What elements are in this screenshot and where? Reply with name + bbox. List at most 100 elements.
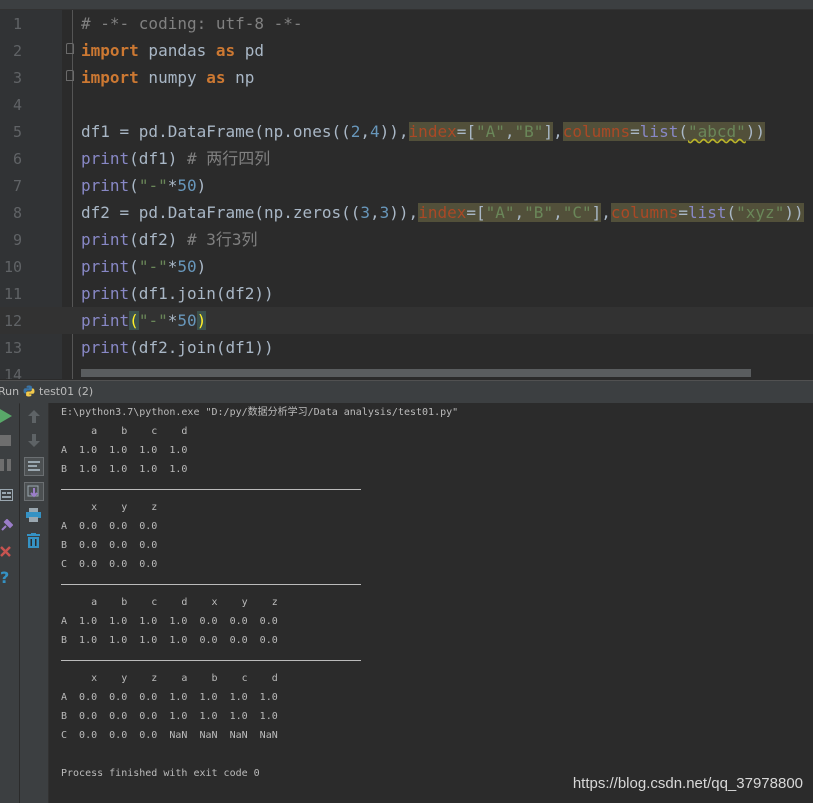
console-separator [61,489,361,490]
scroll-to-end-icon[interactable] [24,482,44,501]
code-token: "-" [138,176,168,195]
code-token: ( [726,203,737,222]
code-token: )) [784,203,804,222]
down-arrow-icon[interactable] [28,434,40,447]
code-token: * [167,257,178,276]
code-line[interactable]: 4 [0,91,813,118]
code-token: np [225,68,255,87]
code-token: "C" [562,203,592,222]
line-number: 6 [12,150,22,168]
close-icon[interactable] [0,546,11,557]
code-token: as [206,68,226,87]
code-editor[interactable]: 1 # -*- coding: utf-8 -*- 2 import pandas a… [0,10,813,379]
code-line[interactable]: 2 import pandas as pd [0,37,813,64]
print-icon[interactable] [26,508,41,522]
code-token: import [81,41,139,60]
code-token: print [81,284,130,303]
line-number: 11 [3,285,22,303]
code-token: 50 [177,311,197,330]
code-token: , [553,203,563,222]
line-number: 8 [12,204,22,222]
code-line[interactable]: 6 print(df1) # 两行四列 [0,145,813,172]
pin-icon[interactable] [0,519,13,532]
code-token: , [504,122,515,141]
code-text: df1 = pd.DataFrame(np.ones((2,4)),index=… [81,122,766,142]
fold-marker-icon[interactable] [66,70,74,81]
code-token: ( [678,122,688,141]
horizontal-scrollbar[interactable] [81,369,751,377]
soft-wrap-icon[interactable] [24,457,44,476]
trash-icon[interactable] [27,533,40,548]
code-line[interactable]: 11 print(df1.join(df2)) [0,280,813,307]
code-line[interactable]: 1 # -*- coding: utf-8 -*- [0,10,813,37]
code-token: (df2) [129,230,187,249]
code-token: ] [543,122,554,141]
console-line: A 0.0 0.0 0.0 [61,521,158,532]
console-line: B 1.0 1.0 1.0 1.0 0.0 0.0 0.0 [61,635,278,646]
code-text: print(df2) # 3行3列 [81,230,258,250]
line-number: 7 [12,177,22,195]
code-line[interactable]: 5 df1 = pd.DataFrame(np.ones((2,4)),index… [0,118,813,145]
code-token: ) [196,176,207,195]
svg-text:?: ? [0,569,9,585]
code-token: print [81,338,130,357]
code-line[interactable]: 13 print(df2.join(df1)) [0,334,813,361]
code-token: ) [196,257,207,276]
fold-marker-icon[interactable] [66,43,74,54]
run-icon[interactable] [0,409,12,423]
code-token: =[ [456,122,476,141]
line-number: 9 [12,231,22,249]
line-number: 2 [12,42,22,60]
console-line: B 0.0 0.0 0.0 [61,540,158,551]
console-line: x y z [61,502,158,513]
code-token: , [370,203,380,222]
line-number: 5 [12,123,22,141]
code-token: print [81,149,130,168]
code-line[interactable]: 3 import numpy as np [0,64,813,91]
code-token: df1 = pd.DataFrame(np.ones(( [81,122,351,141]
run-tab-test01[interactable]: test01 (2) [39,385,93,398]
watermark: https://blog.csdn.net/qq_37978800 [572,775,803,792]
code-token: "-" [138,311,168,330]
code-token: pandas [138,41,216,60]
pause-icon[interactable] [0,459,11,471]
code-token: , [553,122,563,141]
code-token: (df2.join(df1)) [129,338,274,357]
code-token: print [81,230,130,249]
code-token: # 两行四列 [186,149,271,168]
console-line: A 1.0 1.0 1.0 1.0 0.0 0.0 0.0 [61,616,278,627]
code-token: ( [129,311,139,330]
code-token: 50 [177,176,197,195]
code-text: print("-"*50) [81,257,206,277]
code-line[interactable]: 8 df2 = pd.DataFrame(np.zeros((3,3)),inde… [0,199,813,226]
layout-icon[interactable] [0,489,13,501]
code-line[interactable]: 10 print("-"*50) [0,253,813,280]
code-token: ) [196,311,207,330]
code-text: import numpy as np [81,68,254,88]
code-line[interactable]: 7 print("-"*50) [0,172,813,199]
run-console-output[interactable]: E:\python3.7\python.exe "D:/py/数据分析学习/Da… [49,403,813,803]
code-text: print(df2.join(df1)) [81,338,274,358]
line-number: 14 [3,366,22,379]
code-line[interactable]: 9 print(df2) # 3行3列 [0,226,813,253]
console-line: B 1.0 1.0 1.0 1.0 [61,464,188,475]
help-icon[interactable]: ? [0,569,11,585]
code-token: pd [235,41,265,60]
stop-icon[interactable] [0,435,11,446]
code-token: "abcd" [687,122,746,141]
code-token: list [687,203,727,222]
python-icon [23,385,35,397]
code-token: 4 [370,122,380,141]
code-text: print("-"*50) [81,311,207,331]
code-token: index [408,122,457,141]
code-token: , [360,122,370,141]
code-text: print(df1) # 两行四列 [81,149,270,169]
code-token: , [601,203,611,222]
up-arrow-icon[interactable] [28,410,40,423]
code-line[interactable]: 12 print("-"*50) [0,307,813,334]
code-token: "A" [475,122,505,141]
code-token: print [81,176,130,195]
code-token: as [215,41,236,60]
code-token: import [81,68,139,87]
console-line: C 0.0 0.0 0.0 [61,559,158,570]
